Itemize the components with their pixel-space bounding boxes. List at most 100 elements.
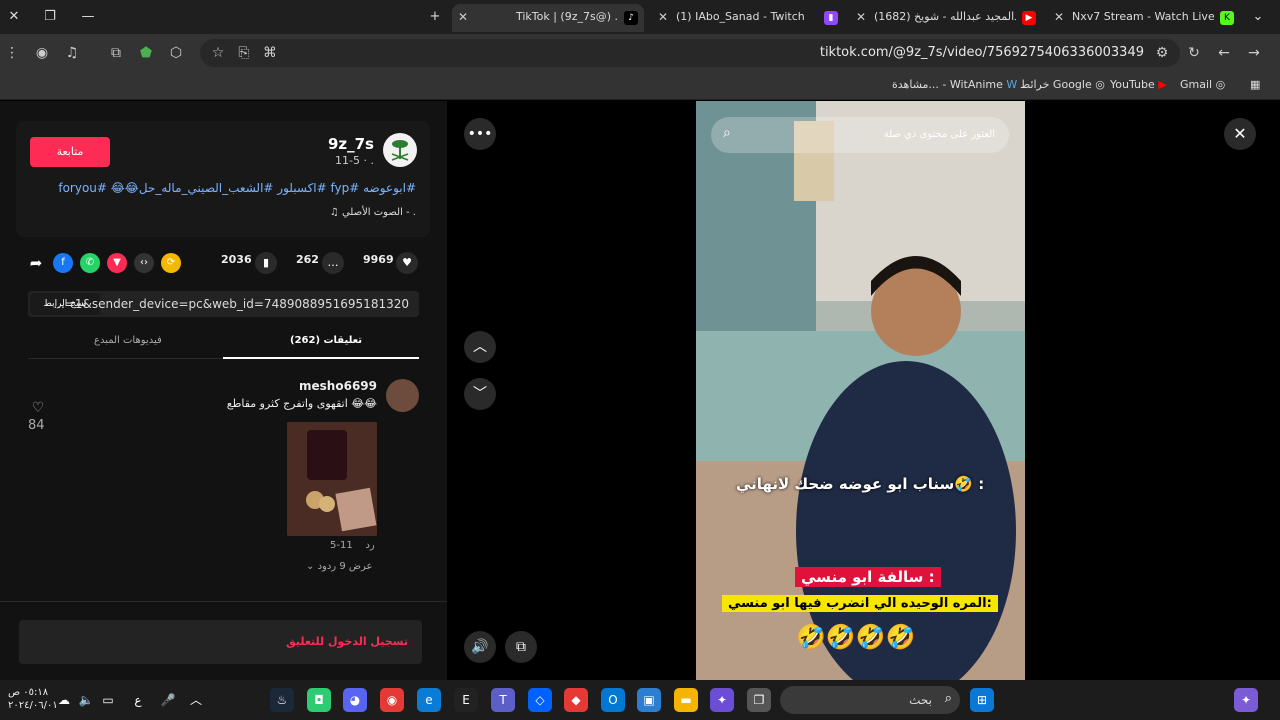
taskbar-search[interactable]: بحث ⌕	[780, 686, 960, 714]
post-hashtags[interactable]: #ابوعوضه #fyp #اكسبلور #الشعب_الصيني_مال…	[58, 181, 416, 195]
dropbox-icon[interactable]: ◇	[528, 688, 552, 712]
heart-icon[interactable]: ♥	[396, 252, 418, 274]
outlook-icon[interactable]: O	[601, 688, 625, 712]
site-settings-icon[interactable]: ⚙	[1152, 43, 1172, 63]
close-window-icon[interactable]: ✕	[4, 7, 24, 27]
view-replies-button[interactable]: ⌄ عرض 9 ردود	[306, 561, 372, 572]
tab-youtube[interactable]: ✕ (1682) عبدالمجيد عبدالله - شويخ ▶	[850, 4, 1042, 32]
system-clock[interactable]: ٠٥:١٨ ص ٢٠٢٤/٠٦/٠١	[8, 686, 58, 712]
login-to-comment-text[interactable]: تسجيل الدخول للتعليق	[286, 620, 408, 664]
battery-icon[interactable]: ▭	[96, 688, 120, 712]
creator-avatar[interactable]	[383, 133, 417, 167]
bookmark-maps[interactable]: خرائط Google ◎	[1020, 78, 1105, 91]
next-video-icon[interactable]: ﹀	[464, 378, 496, 410]
store-icon[interactable]: ▣	[637, 688, 661, 712]
tab-comments[interactable]: (262) تعليقات	[290, 335, 362, 346]
minimize-window-icon[interactable]: —	[78, 7, 98, 27]
network-icon[interactable]: ☁	[52, 688, 76, 712]
ad-block-icon[interactable]: ⬡	[166, 43, 186, 63]
epic-games-icon[interactable]: E	[454, 688, 478, 712]
xbox-app-icon[interactable]: ◘	[307, 688, 331, 712]
bookmark-icon[interactable]: ▮	[255, 252, 277, 274]
shield-icon[interactable]: ⬟	[136, 43, 156, 63]
panel-tabs: فيديوهات المبدع (262) تعليقات	[28, 325, 419, 359]
tab-kick[interactable]: ✕ Nxv7 Stream - Watch Live on Ki K	[1048, 4, 1240, 32]
video-search-bar[interactable]: العثور على محتوى ذي صلة ⌕	[711, 117, 1009, 153]
floating-player-icon[interactable]: ⧉	[505, 631, 537, 663]
video-area: ••• ︿ ﹀ 🔊 ⧉ العثور على محتوى ذي صلة ⌕ سن…	[447, 101, 1280, 680]
follow-button[interactable]: متابعة	[30, 137, 110, 167]
send-share-icon[interactable]: ▼	[107, 253, 127, 273]
bookmark-youtube[interactable]: YouTube ▶	[1110, 78, 1167, 91]
search-icon[interactable]: ⌕	[723, 125, 731, 141]
copilot-tray-icon[interactable]: ✦	[1234, 688, 1258, 712]
comment-image[interactable]	[287, 422, 377, 536]
facebook-share-icon[interactable]: f	[53, 253, 73, 273]
extensions-icon[interactable]: ⧉	[106, 43, 126, 63]
embed-code-icon[interactable]: ‹›	[134, 253, 154, 273]
copilot-icon[interactable]: ✦	[710, 688, 734, 712]
previous-video-icon[interactable]: ︿	[464, 331, 496, 363]
bookmark-witanime[interactable]: مشاهدة... - WitAnime W	[892, 78, 1017, 91]
comments-count: 262	[296, 253, 319, 266]
task-view-icon[interactable]: ❐	[747, 688, 771, 712]
tray-chevron-icon[interactable]: ︿	[184, 688, 208, 712]
creator-username[interactable]: 9z_7s	[328, 135, 374, 153]
new-tab-button[interactable]: +	[425, 7, 445, 27]
close-tab-icon[interactable]: ✕	[458, 4, 468, 30]
start-icon[interactable]: ⊞	[970, 688, 994, 712]
input-language[interactable]: ع	[126, 688, 150, 712]
file-explorer-icon[interactable]: ▬	[674, 688, 698, 712]
translate-icon[interactable]: ⌘	[260, 43, 280, 63]
tab-search-icon[interactable]: ⌄	[1248, 7, 1268, 27]
repost-icon[interactable]: ⟳	[161, 253, 181, 273]
red-app-icon[interactable]: ◆	[564, 688, 588, 712]
whatsapp-share-icon[interactable]: ✆	[80, 253, 100, 273]
tiktok-icon: ♪	[624, 11, 638, 25]
chrome-icon[interactable]: ◉	[380, 688, 404, 712]
close-tab-icon[interactable]: ✕	[856, 4, 866, 30]
bookmark-gmail[interactable]: Gmail ◎	[1180, 78, 1225, 91]
forward-icon[interactable]: →	[1244, 43, 1264, 63]
post-sound[interactable]: ♫ الصوت الأصلي - .	[330, 207, 416, 218]
steam-icon[interactable]: ♨	[270, 688, 294, 712]
video-player[interactable]: العثور على محتوى ذي صلة ⌕ سناب ابو عوضه …	[696, 101, 1025, 680]
commenter-avatar[interactable]	[386, 379, 419, 412]
speaker-icon[interactable]: 🔈	[74, 688, 98, 712]
close-tab-icon[interactable]: ✕	[1054, 4, 1064, 30]
post-side-panel: متابعة 9z_7s 11-5 · . #ابوعوضه #fyp #اكس…	[0, 101, 447, 680]
comment-icon[interactable]: …	[322, 252, 344, 274]
discord-icon[interactable]: ◕	[343, 688, 367, 712]
tab-twitch[interactable]: ✕ (1) IAbo_Sanad - Twitch ▮	[652, 4, 844, 32]
menu-icon[interactable]: ⋮	[2, 43, 22, 63]
close-video-icon[interactable]: ✕	[1224, 118, 1256, 150]
tab-tiktok[interactable]: ✕ TikTok | (9z_7s@) . ♪	[452, 4, 644, 32]
tab-creator-videos[interactable]: فيديوهات المبدع	[94, 335, 162, 346]
reload-icon[interactable]: ↻	[1184, 43, 1204, 63]
restore-window-icon[interactable]: ❐	[40, 7, 60, 27]
teams-icon[interactable]: T	[491, 688, 515, 712]
bookmark-star-icon[interactable]: ☆	[208, 43, 228, 63]
microphone-icon[interactable]: 🎤	[156, 688, 180, 712]
close-tab-icon[interactable]: ✕	[658, 4, 668, 30]
install-app-icon[interactable]: ⎘	[234, 43, 254, 63]
video-search-placeholder: العثور على محتوى ذي صلة	[883, 129, 995, 140]
apps-grid-icon[interactable]: ▦	[1250, 78, 1260, 91]
volume-icon[interactable]: 🔊	[464, 631, 496, 663]
tab-title: (1) IAbo_Sanad - Twitch	[676, 10, 805, 23]
tiktok-page: متابعة 9z_7s 11-5 · . #ابوعوضه #fyp #اكس…	[0, 101, 1280, 680]
view-replies-label: عرض 9 ردود	[317, 561, 373, 572]
comment-heart-icon[interactable]: ♡	[28, 400, 48, 416]
back-icon[interactable]: ←	[1214, 43, 1234, 63]
login-to-comment-box[interactable]: تسجيل الدخول للتعليق	[19, 620, 422, 664]
more-options-icon[interactable]: •••	[464, 118, 496, 150]
profile-icon[interactable]: ◉	[32, 43, 52, 63]
address-bar[interactable]: ☆ ⎘ ⌘ tiktok.com/@9z_7s/video/7569275406…	[200, 39, 1180, 67]
reply-button[interactable]: رد	[365, 540, 374, 551]
media-control-icon[interactable]: ♫	[62, 43, 82, 63]
commenter-username[interactable]: mesho6699	[299, 379, 377, 393]
edge-icon[interactable]: e	[417, 688, 441, 712]
share-icon[interactable]: ➦	[26, 253, 46, 273]
share-link-text[interactable]: ...=1&sender_device=pc&web_id=7489088951…	[53, 291, 409, 317]
comment-likes: 84	[28, 418, 45, 433]
